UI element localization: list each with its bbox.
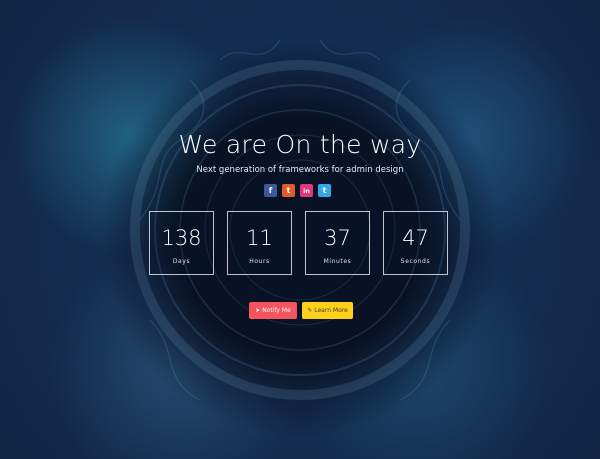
notify-me-label: Notify Me — [262, 307, 291, 314]
facebook-icon[interactable]: f — [264, 184, 277, 197]
countdown-value: 138 — [161, 226, 202, 250]
countdown-value: 37 — [324, 226, 351, 250]
social-links: f t in t — [264, 184, 331, 197]
countdown-hours: 11 Hours — [227, 211, 292, 275]
countdown-minutes: 37 Minutes — [305, 211, 370, 275]
learn-more-label: Learn More — [314, 307, 348, 314]
coming-soon-content: We are On the way Next generation of fra… — [0, 0, 600, 459]
countdown-label: Days — [172, 258, 191, 265]
notify-me-button[interactable]: ➤ Notify Me — [249, 302, 297, 319]
bulb-icon: ✎ — [307, 307, 313, 314]
twitter-icon[interactable]: t — [318, 184, 331, 197]
countdown-days: 138 Days — [149, 211, 214, 275]
countdown-seconds: 47 Seconds — [383, 211, 448, 275]
action-buttons: ➤ Notify Me ✎ Learn More — [249, 302, 353, 319]
countdown-value: 47 — [402, 226, 429, 250]
countdown-label: Hours — [249, 258, 270, 265]
send-icon: ➤ — [255, 307, 261, 314]
linkedin-icon[interactable]: in — [300, 184, 313, 197]
countdown-label: Seconds — [400, 258, 431, 265]
countdown: 138 Days 11 Hours 37 Minutes 47 Seconds — [149, 211, 448, 275]
learn-more-button[interactable]: ✎ Learn More — [302, 302, 353, 319]
page-title: We are On the way — [178, 130, 422, 159]
twitter-icon[interactable]: t — [282, 184, 295, 197]
countdown-value: 11 — [246, 226, 273, 250]
countdown-label: Minutes — [323, 258, 352, 265]
page-subtitle: Next generation of frameworks for admin … — [196, 165, 404, 175]
